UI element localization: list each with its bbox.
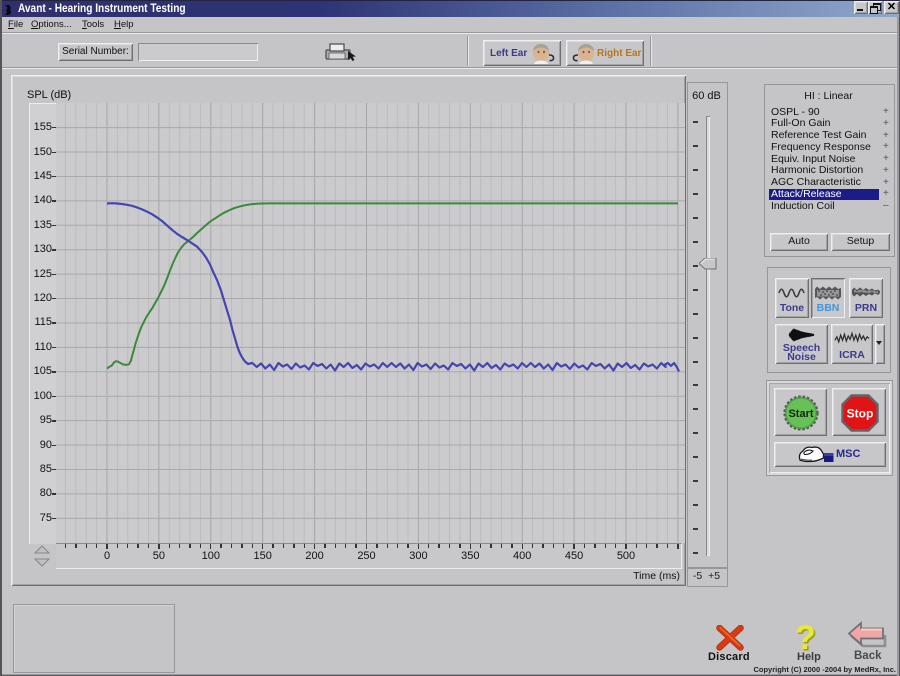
- svg-text:Start: Start: [788, 408, 813, 420]
- svg-text:Stop: Stop: [847, 407, 874, 421]
